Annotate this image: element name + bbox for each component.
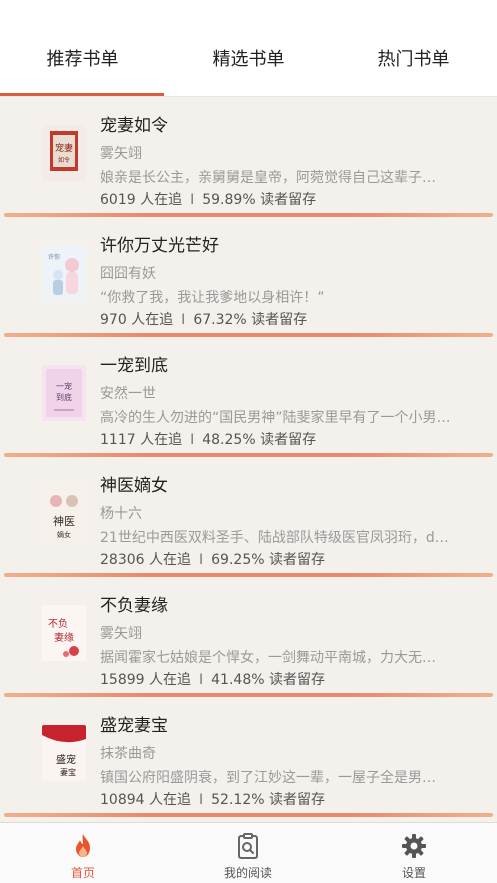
- book-description: 娘亲是长公主，亲舅舅是皇帝，阿菀觉得自己这辈子…: [100, 170, 436, 186]
- stats-separator: I: [181, 312, 186, 328]
- book-title[interactable]: 盛宠妻宝: [100, 715, 168, 737]
- book-author: 安然一世: [100, 386, 156, 402]
- book-followers: 6019 人在追: [100, 192, 183, 208]
- book-list[interactable]: 宠妻 如令 宠妻如令 雾矢翊 娘亲是长公主，亲舅舅是皇帝，阿菀觉得自己这辈子… 6…: [0, 97, 497, 822]
- tabbar-home-label: 首页: [70, 866, 95, 880]
- top-tab-bar: 推荐书单 精选书单 热门书单: [0, 0, 497, 97]
- book-title[interactable]: 一宠到底: [100, 355, 168, 377]
- bottom-tab-bar: 首页 我的阅读 设置: [0, 822, 497, 883]
- book-title[interactable]: 宠妻如令: [100, 115, 168, 137]
- book-stats: 1117 人在追 I 48.25% 读者留存: [100, 430, 316, 450]
- book-stats: 970 人在追 I 67.32% 读者留存: [100, 310, 307, 330]
- book-retention: 52.12% 读者留存: [211, 792, 325, 808]
- book-description: 21世纪中西医双料圣手、陆战部队特级医官凤羽珩，d…: [100, 530, 449, 546]
- book-card[interactable]: 神医 嫡女 神医嫡女 杨十六 21世纪中西医双料圣手、陆战部队特级医官凤羽珩，d……: [0, 457, 497, 577]
- book-cover-icon: 不负 妻缘: [42, 605, 86, 661]
- card-divider: [4, 813, 493, 817]
- book-retention: 48.25% 读者留存: [202, 432, 317, 448]
- book-cover-icon: 许你: [42, 245, 86, 301]
- book-stats: 6019 人在追 I 59.89% 读者留存: [100, 190, 316, 210]
- svg-text:宠妻: 宠妻: [55, 142, 73, 154]
- book-retention: 59.89% 读者留存: [202, 192, 317, 208]
- tab-popular[interactable]: 热门书单: [331, 48, 496, 72]
- flame-icon: [76, 834, 90, 857]
- book-retention: 69.25% 读者留存: [211, 552, 325, 568]
- book-followers: 28306 人在追: [100, 552, 191, 568]
- stats-separator: I: [190, 432, 195, 448]
- tabbar-my-reading[interactable]: 我的阅读: [165, 823, 331, 883]
- book-title[interactable]: 神医嫡女: [100, 475, 168, 497]
- svg-text:不负: 不负: [48, 617, 68, 630]
- book-stats: 28306 人在追 I 69.25% 读者留存: [100, 550, 325, 570]
- svg-text:许你: 许你: [48, 253, 60, 261]
- book-retention: 67.32% 读者留存: [193, 312, 308, 328]
- svg-text:神医: 神医: [53, 514, 75, 528]
- book-followers: 15899 人在追: [100, 672, 191, 688]
- svg-text:嫡女: 嫡女: [57, 530, 71, 539]
- tabbar-settings-label: 设置: [401, 866, 426, 880]
- book-author: 雾矢翊: [100, 626, 142, 642]
- book-author: 抹茶曲奇: [100, 746, 156, 762]
- clipboard-search-icon: [238, 833, 258, 859]
- book-cover-icon: 盛宠 妻宝: [42, 725, 86, 781]
- svg-text:到底: 到底: [56, 392, 72, 402]
- book-description: 镇国公府阳盛阴衰，到了江妙这一辈，一屋子全是男…: [100, 770, 436, 786]
- book-description: 高冷的生人勿进的“国民男神”陆斐家里早有了一个小男…: [100, 410, 451, 426]
- stats-separator: I: [199, 672, 204, 688]
- svg-text:妻缘: 妻缘: [54, 631, 74, 644]
- book-followers: 10894 人在追: [100, 792, 191, 808]
- svg-text:盛宠: 盛宠: [56, 753, 76, 766]
- book-followers: 1117 人在追: [100, 432, 183, 448]
- book-title[interactable]: 许你万丈光芒好: [100, 235, 219, 257]
- tabbar-my-reading-label: 我的阅读: [223, 866, 272, 880]
- stats-separator: I: [199, 552, 204, 568]
- book-card[interactable]: 许你 许你万丈光芒好 囧囧有妖 “你救了我，我让我爹地以身相许！” 970 人在…: [0, 217, 497, 337]
- active-tab-indicator: [0, 93, 164, 96]
- book-card[interactable]: 不负 妻缘 不负妻缘 雾矢翊 据闻霍家七姑娘是个悍女，一剑舞动平南城，力大无… 1…: [0, 577, 497, 697]
- book-description: 据闻霍家七姑娘是个悍女，一剑舞动平南城，力大无…: [100, 650, 436, 666]
- svg-text:妻宝: 妻宝: [60, 767, 76, 777]
- tab-featured[interactable]: 精选书单: [166, 48, 331, 72]
- book-followers: 970 人在追: [100, 312, 174, 328]
- book-author: 杨十六: [100, 506, 142, 522]
- book-stats: 15899 人在追 I 41.48% 读者留存: [100, 670, 325, 690]
- book-card[interactable]: 宠妻 如令 宠妻如令 雾矢翊 娘亲是长公主，亲舅舅是皇帝，阿菀觉得自己这辈子… 6…: [0, 97, 497, 217]
- book-title[interactable]: 不负妻缘: [100, 595, 168, 617]
- stats-separator: I: [199, 792, 204, 808]
- tabbar-home[interactable]: 首页: [0, 823, 166, 883]
- book-card[interactable]: 一宠 到底 一宠到底 安然一世 高冷的生人勿进的“国民男神”陆斐家里早有了一个小男…: [0, 337, 497, 457]
- book-retention: 41.48% 读者留存: [211, 672, 325, 688]
- gear-icon: [402, 834, 426, 858]
- book-cover-icon: 宠妻 如令: [42, 125, 86, 181]
- book-description: “你救了我，我让我爹地以身相许！”: [100, 290, 325, 306]
- svg-text:一宠: 一宠: [56, 381, 72, 391]
- book-author: 囧囧有妖: [100, 266, 156, 282]
- svg-text:如令: 如令: [58, 156, 70, 164]
- stats-separator: I: [190, 192, 195, 208]
- book-cover-icon: 一宠 到底: [42, 365, 86, 421]
- book-cover-icon: 神医 嫡女: [42, 485, 86, 541]
- book-stats: 10894 人在追 I 52.12% 读者留存: [100, 790, 325, 810]
- tab-recommended[interactable]: 推荐书单: [0, 48, 165, 72]
- tabbar-settings[interactable]: 设置: [331, 823, 497, 883]
- book-card[interactable]: 盛宠 妻宝 盛宠妻宝 抹茶曲奇 镇国公府阳盛阴衰，到了江妙这一辈，一屋子全是男… …: [0, 697, 497, 817]
- book-author: 雾矢翊: [100, 146, 142, 162]
